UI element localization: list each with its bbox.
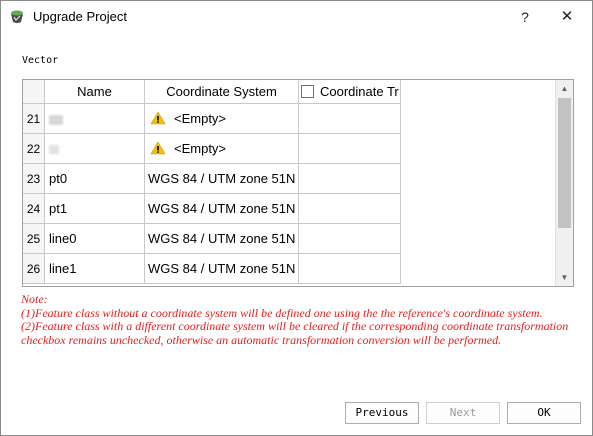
name-cell[interactable]: pt0	[45, 164, 145, 194]
coordinate-system-cell[interactable]: WGS 84 / UTM zone 51N	[145, 194, 299, 224]
note-line-1: (1)Feature class without a coordinate sy…	[21, 305, 543, 320]
column-header-coordinate-transform-label: Coordinate Tr	[320, 84, 399, 99]
name-cell[interactable]: line1	[45, 254, 145, 284]
header-corner[interactable]	[23, 80, 45, 104]
note-heading: Note:	[21, 292, 48, 306]
transform-cell[interactable]	[299, 224, 401, 254]
row-number: 26	[23, 254, 45, 284]
row-number: 24	[23, 194, 45, 224]
coordinate-system-cell[interactable]: WGS 84 / UTM zone 51N	[145, 254, 299, 284]
name-cell[interactable]	[45, 134, 145, 164]
name-cell[interactable]: line0	[45, 224, 145, 254]
scroll-up-arrow-icon[interactable]: ▲	[556, 80, 573, 97]
title-bar: Upgrade Project ? ✕	[1, 1, 592, 33]
name-cell[interactable]: pt1	[45, 194, 145, 224]
transform-cell[interactable]	[299, 104, 401, 134]
scrollbar-thumb[interactable]	[558, 98, 571, 228]
coordinate-system-cell[interactable]: WGS 84 / UTM zone 51N	[145, 164, 299, 194]
table-row[interactable]: 24 pt1 WGS 84 / UTM zone 51N	[23, 194, 401, 224]
vector-table: Name Coordinate System Coordinate Tr 21 …	[22, 79, 574, 287]
app-logo-icon	[11, 10, 23, 23]
vertical-scrollbar[interactable]: ▲ ▼	[555, 80, 573, 286]
column-header-name[interactable]: Name	[45, 80, 145, 104]
scroll-down-arrow-icon[interactable]: ▼	[556, 269, 573, 286]
ok-button[interactable]: OK	[507, 402, 581, 424]
transform-cell[interactable]	[299, 194, 401, 224]
name-cell[interactable]	[45, 104, 145, 134]
coordinate-system-value: <Empty>	[174, 141, 227, 156]
table-row[interactable]: 25 line0 WGS 84 / UTM zone 51N	[23, 224, 401, 254]
upgrade-project-dialog: Upgrade Project ? ✕ Vector Name Coordina…	[0, 0, 593, 436]
table-row[interactable]: 26 line1 WGS 84 / UTM zone 51N	[23, 254, 401, 284]
next-button[interactable]: Next	[426, 402, 500, 424]
section-label: Vector	[22, 55, 59, 66]
column-header-coordinate-transform[interactable]: Coordinate Tr	[299, 80, 401, 104]
warning-icon	[150, 141, 166, 155]
note-line-2: (2)Feature class with a different coordi…	[21, 319, 569, 347]
coordinate-system-cell[interactable]: <Empty>	[145, 134, 299, 164]
row-number: 23	[23, 164, 45, 194]
note-text: Note: (1)Feature class without a coordin…	[21, 292, 581, 347]
table-row[interactable]: 23 pt0 WGS 84 / UTM zone 51N	[23, 164, 401, 194]
transform-cell[interactable]	[299, 254, 401, 284]
column-header-coordinate-system[interactable]: Coordinate System	[145, 80, 299, 104]
redacted-name	[49, 114, 63, 125]
table-row[interactable]: 22 <Empty>	[23, 134, 401, 164]
coordinate-system-value: <Empty>	[174, 111, 227, 126]
window-title: Upgrade Project	[33, 9, 127, 24]
warning-icon	[150, 111, 166, 125]
select-all-transform-checkbox[interactable]	[301, 85, 314, 98]
close-button[interactable]: ✕	[547, 3, 587, 31]
row-number: 21	[23, 104, 45, 134]
row-number: 25	[23, 224, 45, 254]
coordinate-system-cell[interactable]: WGS 84 / UTM zone 51N	[145, 224, 299, 254]
row-number: 22	[23, 134, 45, 164]
help-button[interactable]: ?	[505, 3, 545, 31]
previous-button[interactable]: Previous	[345, 402, 419, 424]
transform-cell[interactable]	[299, 164, 401, 194]
table-row[interactable]: 21 <Empty>	[23, 104, 401, 134]
coordinate-system-cell[interactable]: <Empty>	[145, 104, 299, 134]
transform-cell[interactable]	[299, 134, 401, 164]
redacted-name	[49, 145, 59, 155]
